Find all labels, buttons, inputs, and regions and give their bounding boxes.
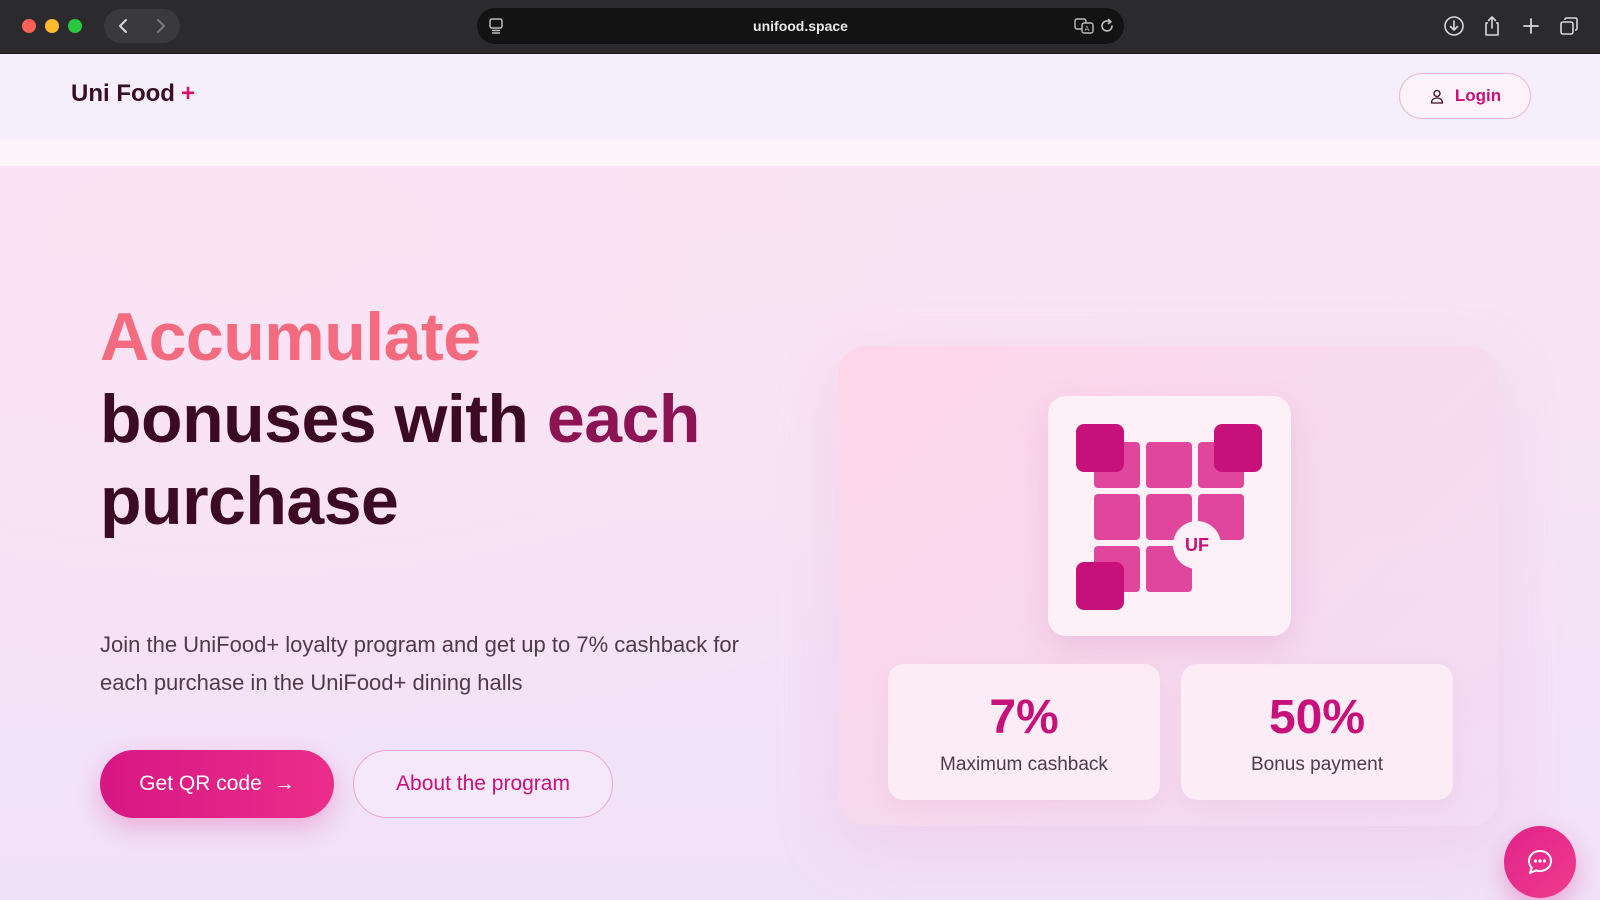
browser-toolbar: unifood.space A <box>0 0 1600 54</box>
address-bar[interactable]: unifood.space A <box>477 8 1124 44</box>
headline-line-2b: each <box>546 381 701 457</box>
share-icon <box>1485 16 1499 36</box>
login-label: Login <box>1454 86 1502 105</box>
plus-icon <box>1523 18 1539 34</box>
share-button[interactable] <box>1479 13 1505 39</box>
about-program-label: About the program <box>396 772 570 795</box>
login-button[interactable]: Login <box>1399 73 1531 119</box>
headline-line-2a: bonuses with <box>100 381 529 457</box>
reload-icon[interactable] <box>1098 17 1116 35</box>
chat-bubble-icon <box>1528 850 1552 874</box>
chevron-right-icon <box>157 19 165 33</box>
unifood-grid-logo-icon <box>1076 424 1262 610</box>
translate-icon[interactable]: A <box>1074 17 1094 35</box>
site-header: Uni Food + Login <box>0 54 1600 140</box>
headline-line-1: Accumulate <box>100 299 481 375</box>
tab-overview-button[interactable] <box>1556 13 1582 39</box>
hero-headline: Accumulate bonuses with each purchase <box>100 296 740 542</box>
site-logo[interactable]: Uni Food + <box>71 80 195 108</box>
hero-subtitle: Join the UniFood+ loyalty program and ge… <box>100 632 739 695</box>
uf-badge: UF <box>1173 521 1221 569</box>
hero-visual-panel: UF 7% Maximum cashback 50% Bonus payment <box>838 346 1498 826</box>
hero-section: Accumulate bonuses with each purchase Jo… <box>0 166 1600 900</box>
new-tab-button[interactable] <box>1518 13 1544 39</box>
get-qr-code-label: Get QR code <box>139 772 262 795</box>
logo-plus: + <box>180 80 195 107</box>
stat-card-bonus-payment: 50% Bonus payment <box>1181 664 1453 800</box>
tabs-icon <box>1560 17 1578 35</box>
download-button[interactable] <box>1441 13 1467 39</box>
unifood-logo-card: UF <box>1048 396 1291 636</box>
user-icon <box>1429 88 1445 104</box>
minimize-window-button[interactable] <box>45 19 59 33</box>
maximize-window-button[interactable] <box>68 19 82 33</box>
stat-value: 50% <box>1268 691 1366 744</box>
forward-button[interactable] <box>142 9 180 43</box>
download-icon <box>1444 16 1464 36</box>
stat-label: Maximum cashback <box>940 754 1108 775</box>
url-text[interactable]: unifood.space <box>753 18 848 34</box>
svg-text:A: A <box>1085 25 1090 33</box>
back-button[interactable] <box>104 9 142 43</box>
stat-value: 7% <box>989 691 1059 744</box>
web-page: Uni Food + Login Accumulate bonuses with … <box>0 54 1600 900</box>
stat-label: Bonus payment <box>1250 754 1384 775</box>
about-program-button[interactable]: About the program <box>353 750 613 818</box>
logo-text: Uni Food <box>71 80 175 107</box>
header-divider <box>0 140 1600 166</box>
chat-button[interactable] <box>1504 826 1576 898</box>
chevron-left-icon <box>119 19 127 33</box>
history-nav <box>104 9 180 43</box>
headline-line-3: purchase <box>100 463 399 539</box>
arrow-right-icon: → <box>273 772 295 795</box>
get-qr-code-button[interactable]: Get QR code → <box>100 750 334 818</box>
stat-card-cashback: 7% Maximum cashback <box>888 664 1160 800</box>
reader-icon[interactable] <box>487 17 505 35</box>
close-window-button[interactable] <box>22 19 36 33</box>
